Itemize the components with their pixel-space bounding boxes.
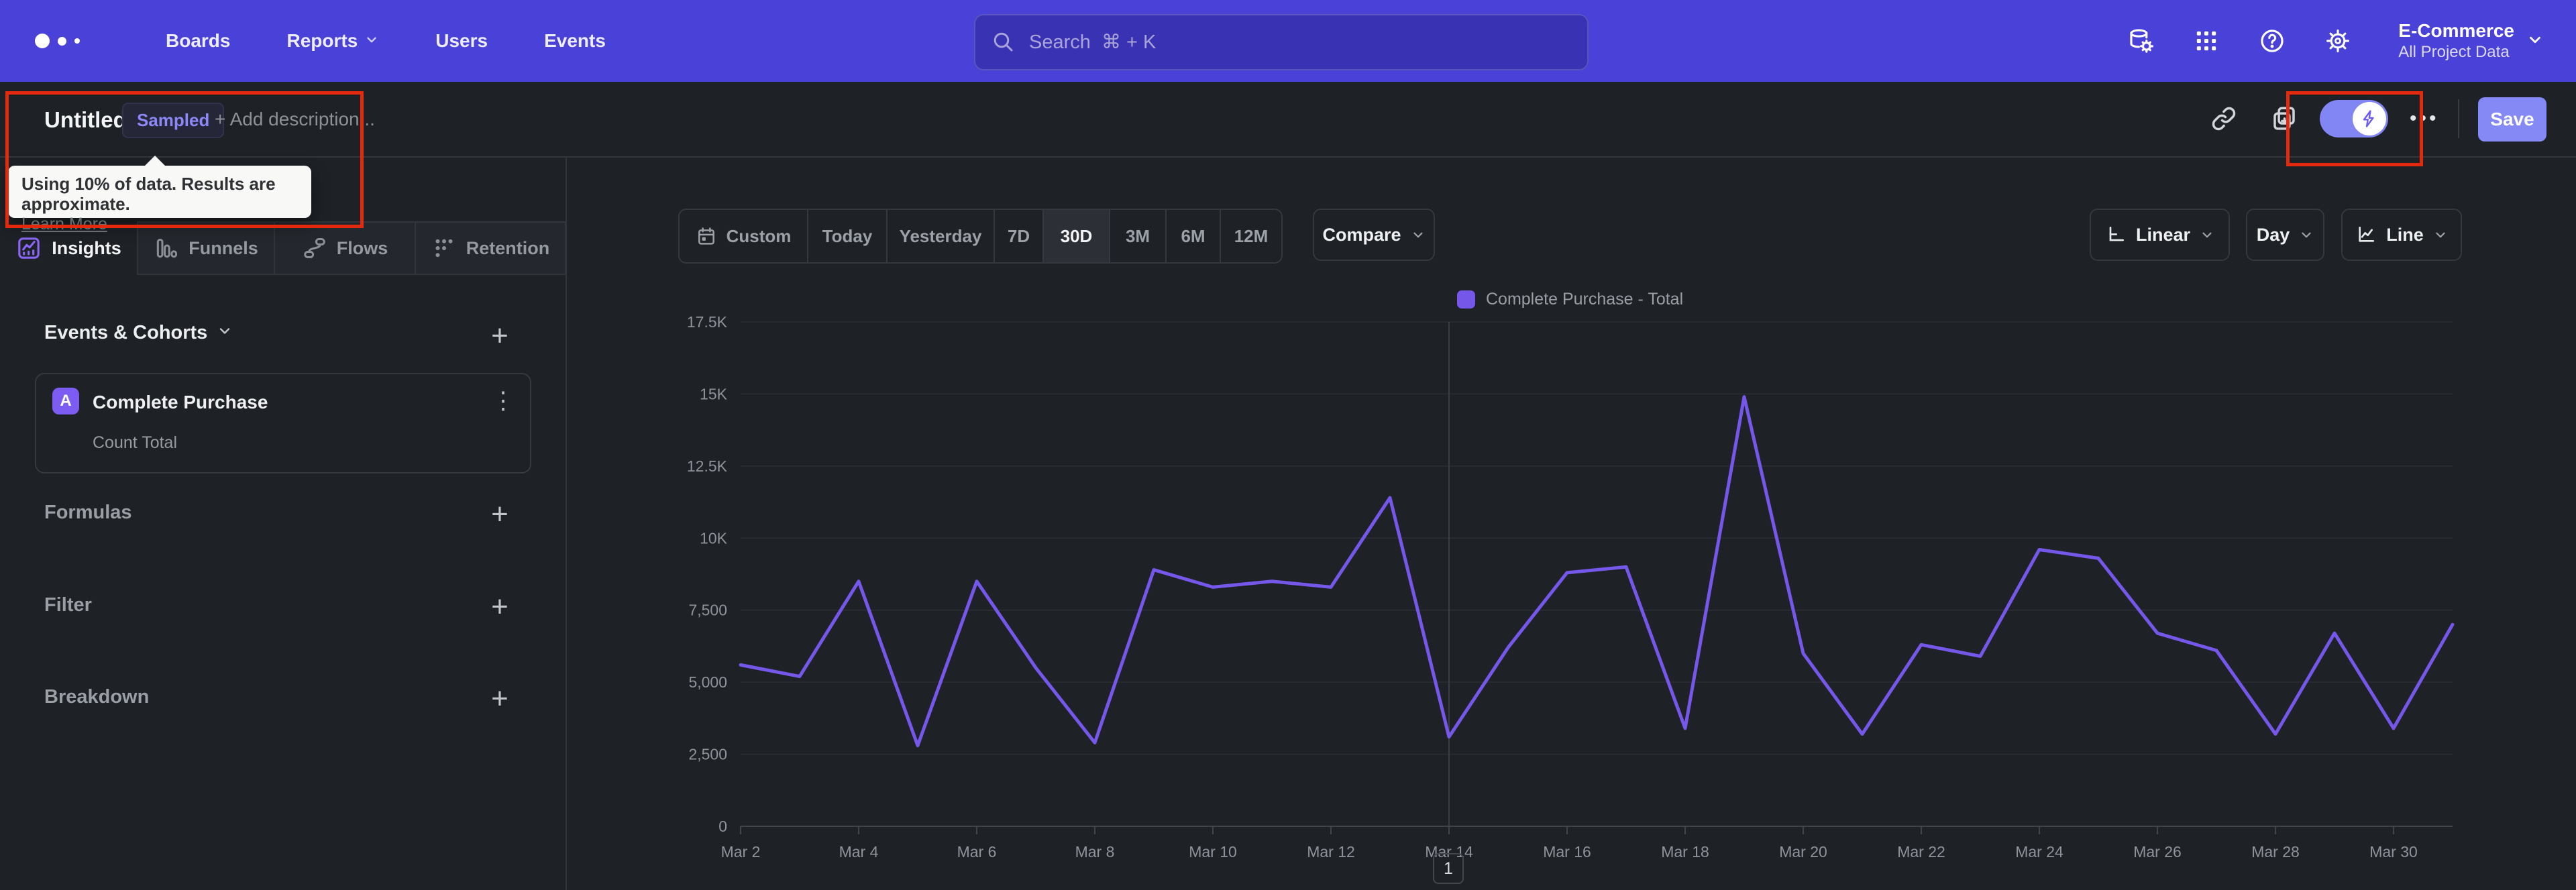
range-yesterday[interactable]: Yesterday (886, 210, 994, 262)
svg-text:Mar 28: Mar 28 (2251, 843, 2300, 860)
section-filter[interactable]: Filter (44, 594, 92, 616)
range-6m[interactable]: 6M (1165, 210, 1220, 262)
settings-gear-icon[interactable] (2323, 26, 2353, 56)
chevron-down-icon (1411, 227, 1426, 242)
calendar-icon (698, 227, 714, 245)
svg-text:Mar 22: Mar 22 (1897, 843, 1945, 860)
report-title[interactable]: Untitled (44, 107, 127, 133)
project-name: E-Commerce (2398, 20, 2514, 41)
sampling-toggle[interactable] (2320, 100, 2388, 137)
interval-selector[interactable]: Day (2246, 209, 2324, 261)
nav-item-boards[interactable]: Boards (138, 0, 258, 82)
section-formulas[interactable]: Formulas (44, 502, 132, 524)
svg-text:Mar 8: Mar 8 (1075, 843, 1115, 860)
tooltip-text: Using 10% of data. Results are approxima… (21, 174, 276, 214)
event-card-complete-purchase[interactable]: A Complete Purchase ⋮ Count Total (35, 373, 531, 474)
svg-text:7,500: 7,500 (688, 602, 727, 619)
svg-text:2,500: 2,500 (688, 746, 727, 763)
svg-text:17.5K: 17.5K (687, 313, 728, 331)
add-description[interactable]: + Add description... (215, 109, 375, 130)
event-name[interactable]: Complete Purchase (93, 392, 268, 413)
event-metric[interactable]: Count Total (93, 433, 177, 453)
sampling-tooltip: Using 10% of data. Results are approxima… (8, 156, 311, 233)
nav-item-reports[interactable]: Reports (258, 0, 407, 82)
svg-text:Mar 18: Mar 18 (1661, 843, 1709, 860)
tab-retention[interactable]: Retention (415, 221, 566, 275)
range-30d[interactable]: 30D (1042, 210, 1109, 262)
tooltip-arrow (144, 156, 166, 167)
sampled-badge[interactable]: Sampled (122, 103, 225, 138)
range-3m[interactable]: 3M (1109, 210, 1165, 262)
chevron-down-icon (364, 30, 379, 52)
nav-item-events[interactable]: Events (516, 0, 634, 82)
lightning-bolt-icon (2363, 110, 2374, 127)
funnels-icon (157, 238, 178, 258)
apps-grid-icon[interactable] (2192, 26, 2221, 56)
chevron-down-icon (2526, 31, 2544, 52)
range-7d[interactable]: 7D (994, 210, 1042, 262)
svg-text:Mar 20: Mar 20 (1779, 843, 1827, 860)
help-icon[interactable] (2257, 26, 2287, 56)
nav-item-users[interactable]: Users (407, 0, 516, 82)
svg-text:Mar 6: Mar 6 (957, 843, 997, 860)
insights-icon (18, 237, 40, 259)
add-to-board-icon[interactable] (2266, 101, 2302, 137)
mixpanel-logo-icon[interactable] (35, 34, 80, 48)
add-filter-button[interactable]: + (484, 590, 515, 623)
date-range-control: Custom Today Yesterday 7D 30D 3M 6M 12M (678, 209, 1283, 264)
nav-right: E-Commerce All Project Data (2126, 0, 2576, 82)
nav-items: Boards Reports Users Events (138, 0, 634, 82)
svg-text:15K: 15K (700, 385, 728, 402)
svg-text:Mar 16: Mar 16 (1543, 843, 1591, 860)
flows-icon (303, 238, 325, 258)
svg-text:Mar 4: Mar 4 (839, 843, 879, 860)
svg-text:Mar 10: Mar 10 (1189, 843, 1237, 860)
add-breakdown-button[interactable]: + (484, 682, 515, 715)
svg-text:10K: 10K (700, 529, 728, 547)
top-nav: Boards Reports Users Events Search ⌘ + K… (0, 0, 2576, 82)
svg-text:Mar 24: Mar 24 (2015, 843, 2063, 860)
toolbar-divider (2458, 99, 2459, 138)
add-event-button[interactable]: + (484, 319, 515, 352)
chevron-down-icon (2200, 227, 2214, 242)
svg-text:12.5K: 12.5K (687, 457, 728, 475)
chart-type-selector[interactable]: Line (2341, 209, 2462, 261)
svg-text:Mar 26: Mar 26 (2133, 843, 2182, 860)
event-options-icon[interactable]: ⋮ (491, 386, 515, 414)
line-chart-canvas[interactable]: 0 2,500 5,000 7,500 10K 12.5K 15K 17.5K Mar 2 Mar… (664, 306, 2496, 889)
svg-text:Mar 30: Mar 30 (2369, 843, 2418, 860)
search-input[interactable] (1028, 30, 1500, 54)
more-options-button[interactable]: ••• (2410, 107, 2439, 130)
learn-more-link[interactable]: Learn More (21, 214, 107, 234)
events-cohorts-header[interactable]: Events & Cohorts (44, 322, 233, 344)
project-selector[interactable]: E-Commerce All Project Data (2398, 19, 2544, 62)
retention-icon (435, 239, 453, 258)
project-scope: All Project Data (2398, 43, 2510, 61)
header-divider (0, 156, 2576, 158)
compare-button[interactable]: Compare (1313, 209, 1435, 261)
section-breakdown[interactable]: Breakdown (44, 686, 149, 708)
line-chart-icon (2359, 227, 2375, 242)
svg-text:0: 0 (718, 818, 727, 835)
chevron-down-icon (2299, 227, 2314, 242)
range-12m[interactable]: 12M (1220, 210, 1281, 262)
range-today[interactable]: Today (807, 210, 886, 262)
copy-link-icon[interactable] (2206, 101, 2242, 137)
axis-icon (2109, 227, 2124, 241)
insights-report-page: Boards Reports Users Events Search ⌘ + K… (0, 0, 2576, 890)
scale-selector[interactable]: Linear (2090, 209, 2230, 261)
add-formula-button[interactable]: + (484, 498, 515, 531)
pagination-page-1[interactable]: 1 (1433, 853, 1464, 884)
global-search[interactable] (974, 14, 1589, 70)
svg-text:Mar 2: Mar 2 (721, 843, 761, 860)
range-custom[interactable]: Custom (680, 210, 807, 262)
save-button[interactable]: Save (2478, 97, 2546, 142)
chevron-down-icon (217, 322, 233, 344)
svg-text:5,000: 5,000 (688, 673, 727, 691)
data-management-icon[interactable] (2126, 26, 2155, 56)
svg-text:Mar 12: Mar 12 (1307, 843, 1355, 860)
search-icon (994, 32, 1013, 52)
event-letter-badge: A (52, 388, 79, 414)
chevron-down-icon (2433, 227, 2448, 242)
